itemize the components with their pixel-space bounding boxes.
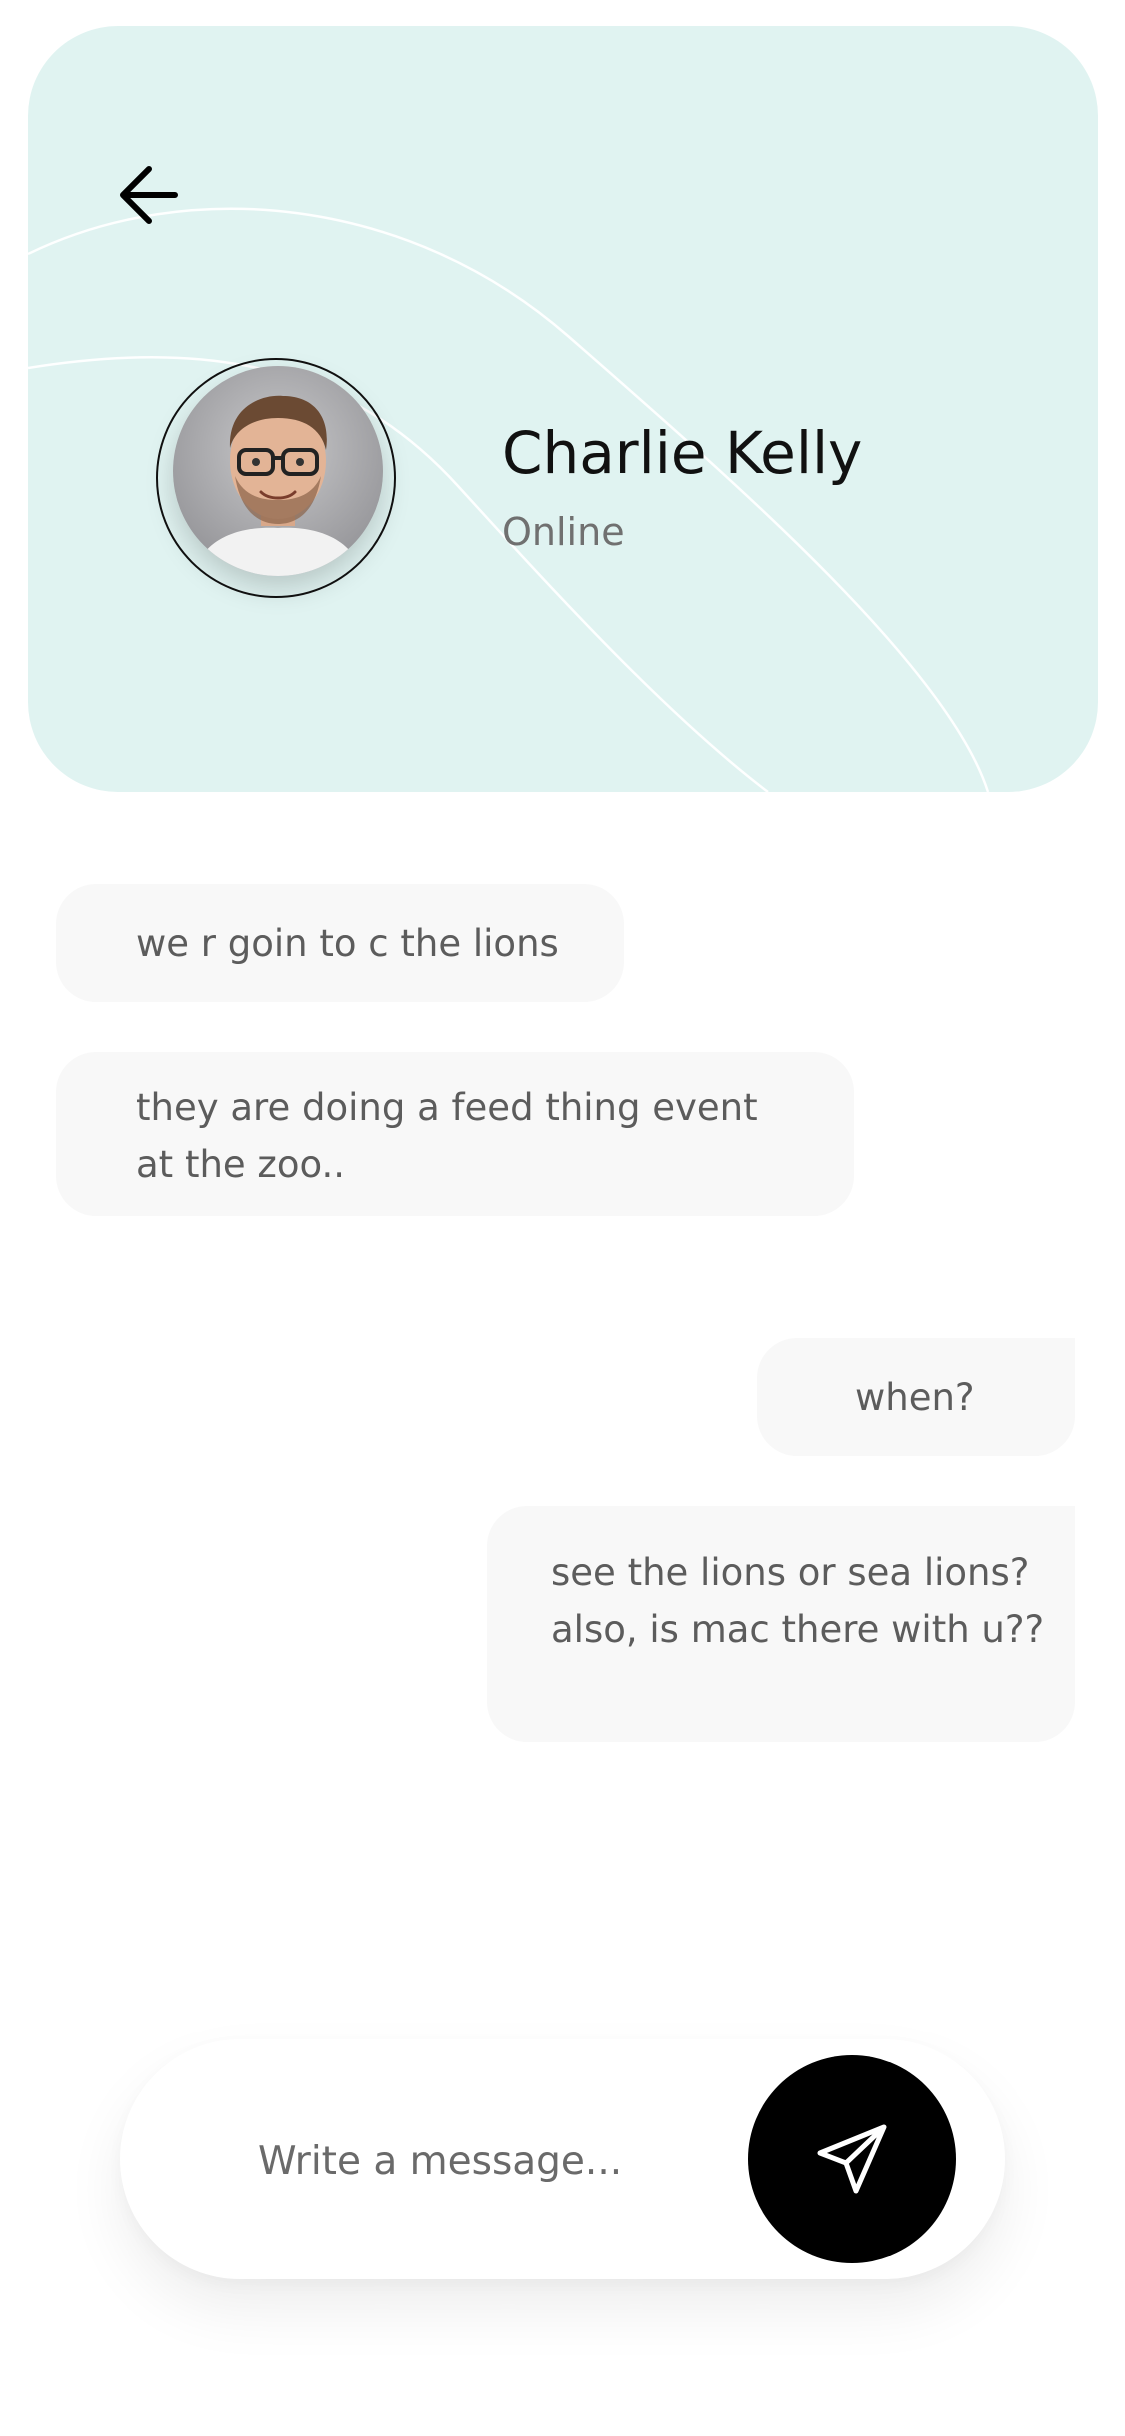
avatar[interactable] <box>173 366 383 576</box>
chat-header: Charlie Kelly Online <box>28 26 1098 792</box>
message-text: when? <box>855 1376 975 1419</box>
message-input[interactable] <box>258 2131 698 2191</box>
send-button[interactable] <box>748 2055 956 2263</box>
message-text: see the lions or sea lions? also, is mac… <box>551 1551 1045 1651</box>
message-bubble-outgoing[interactable]: when? <box>757 1338 1075 1456</box>
contact-status: Online <box>502 510 625 554</box>
send-icon <box>817 2124 887 2194</box>
message-text: they are doing a feed thing event at the… <box>136 1086 758 1186</box>
contact-name: Charlie Kelly <box>502 419 863 487</box>
arrow-left-icon <box>120 166 178 224</box>
message-composer <box>120 2039 1005 2279</box>
message-bubble-incoming[interactable]: we r goin to c the lions <box>56 884 624 1002</box>
message-bubble-incoming[interactable]: they are doing a feed thing event at the… <box>56 1052 854 1216</box>
message-bubble-outgoing[interactable]: see the lions or sea lions? also, is mac… <box>487 1506 1075 1742</box>
back-button[interactable] <box>104 150 194 240</box>
message-text: we r goin to c the lions <box>136 922 559 965</box>
